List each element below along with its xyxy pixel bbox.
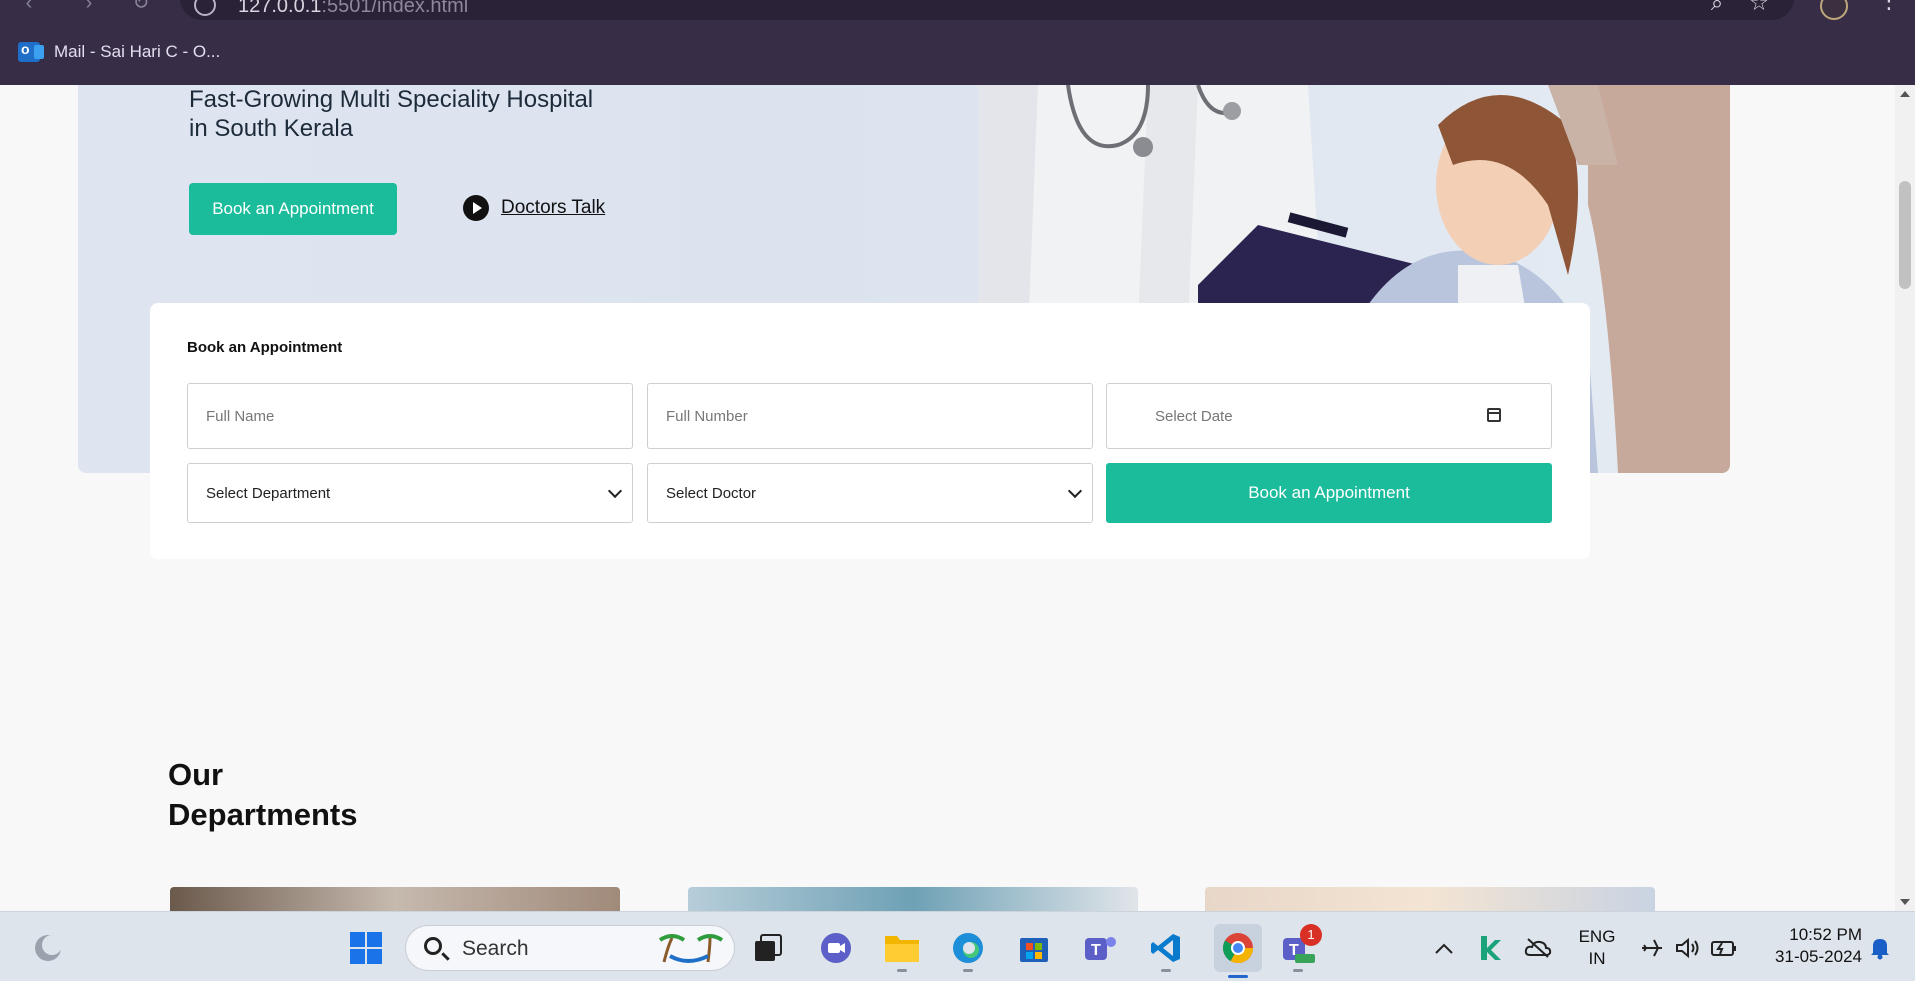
keeper-icon[interactable] bbox=[1472, 930, 1508, 966]
play-icon bbox=[463, 195, 489, 221]
site-info-icon[interactable] bbox=[194, 0, 216, 16]
doctor-selected-value: Select Doctor bbox=[666, 484, 757, 502]
running-indicator bbox=[897, 969, 907, 972]
task-view-icon[interactable] bbox=[750, 930, 786, 966]
department-card[interactable] bbox=[170, 887, 620, 911]
language-indicator[interactable]: ENG IN bbox=[1570, 926, 1624, 970]
onedrive-offline-icon[interactable] bbox=[1520, 930, 1556, 966]
store-icon[interactable] bbox=[1016, 930, 1052, 966]
date-input[interactable]: Select Date bbox=[1106, 383, 1552, 449]
web-page: Fast-Growing Multi Speciality Hospital i… bbox=[0, 85, 1895, 911]
vscode-icon[interactable] bbox=[1148, 930, 1184, 972]
teams-icon[interactable]: T bbox=[1082, 930, 1118, 966]
chrome-icon[interactable] bbox=[1214, 924, 1262, 978]
meet-icon[interactable] bbox=[818, 930, 854, 966]
back-icon[interactable]: ‹ bbox=[18, 0, 40, 14]
reload-icon[interactable]: ↻ bbox=[130, 0, 152, 14]
profile-avatar[interactable] bbox=[1820, 0, 1848, 20]
menu-icon[interactable]: ⋮ bbox=[1878, 0, 1900, 14]
url-text[interactable]: 127.0.0.1:5501/index.html bbox=[238, 0, 468, 18]
volume-icon[interactable] bbox=[1670, 930, 1706, 966]
scroll-down-icon[interactable] bbox=[1900, 899, 1910, 905]
date-placeholder: Select Date bbox=[1155, 407, 1233, 425]
active-indicator bbox=[1228, 975, 1248, 978]
notification-bell-icon[interactable] bbox=[1862, 930, 1898, 966]
doctors-talk-link[interactable]: Doctors Talk bbox=[463, 195, 605, 221]
department-selected-value: Select Department bbox=[206, 484, 331, 502]
phone-number-input[interactable]: Full Number bbox=[647, 383, 1093, 449]
chevron-down-icon bbox=[607, 483, 623, 499]
book-appointment-button[interactable]: Book an Appointment bbox=[1106, 463, 1552, 523]
doctors-talk-label: Doctors Talk bbox=[501, 197, 606, 218]
department-select[interactable]: Select Department bbox=[187, 463, 633, 523]
running-indicator bbox=[1293, 969, 1303, 972]
search-label: Search bbox=[462, 937, 529, 960]
battery-icon[interactable] bbox=[1706, 930, 1742, 966]
svg-text:T: T bbox=[1091, 942, 1101, 959]
search-icon bbox=[424, 937, 442, 955]
windows-taskbar: Search T T 1 ENG IN 10:52 PM 31-05-2024 bbox=[0, 911, 1915, 981]
outlook-icon bbox=[18, 41, 44, 62]
taskbar-search[interactable]: Search bbox=[405, 925, 735, 971]
search-highlight-icon bbox=[658, 934, 724, 963]
clock[interactable]: 10:52 PM 31-05-2024 bbox=[1752, 924, 1862, 968]
start-icon[interactable] bbox=[348, 930, 384, 966]
scroll-thumb[interactable] bbox=[1899, 181, 1911, 289]
teams-new-icon[interactable]: T 1 bbox=[1280, 924, 1322, 972]
bookmark-label: Mail - Sai Hari C - O... bbox=[54, 42, 221, 61]
weather-icon[interactable] bbox=[30, 930, 66, 966]
scroll-up-icon[interactable] bbox=[1900, 91, 1910, 97]
full-name-input[interactable]: Full Name bbox=[187, 383, 633, 449]
appointment-form: Book an Appointment Full Name Full Numbe… bbox=[150, 303, 1590, 559]
file-explorer-icon[interactable] bbox=[884, 930, 920, 972]
browser-chrome: ‹ › ↻ 127.0.0.1:5501/index.html ⌕ ☆ ⋮ Ma… bbox=[0, 0, 1915, 85]
doctor-select[interactable]: Select Doctor bbox=[647, 463, 1093, 523]
department-card[interactable] bbox=[688, 887, 1138, 911]
departments-heading: Our Departments bbox=[168, 757, 358, 832]
edge-icon[interactable] bbox=[950, 930, 986, 972]
hero-book-appointment-button[interactable]: Book an Appointment bbox=[189, 183, 397, 235]
chevron-down-icon bbox=[1067, 483, 1083, 499]
running-indicator bbox=[1161, 969, 1171, 972]
airplane-mode-icon[interactable] bbox=[1634, 930, 1670, 966]
calendar-icon[interactable] bbox=[1487, 408, 1501, 422]
hero-title: Fast-Growing Multi Speciality Hospital i… bbox=[189, 86, 594, 142]
bookmark-star-icon[interactable]: ☆ bbox=[1746, 0, 1772, 16]
full-name-placeholder: Full Name bbox=[206, 407, 275, 425]
address-bar[interactable]: 127.0.0.1:5501/index.html ⌕ ☆ bbox=[180, 0, 1794, 20]
forward-icon[interactable]: › bbox=[78, 0, 100, 14]
page-scrollbar[interactable] bbox=[1895, 85, 1915, 911]
zoom-icon[interactable]: ⌕ bbox=[1704, 0, 1730, 16]
bookmark-mail[interactable]: Mail - Sai Hari C - O... bbox=[18, 40, 220, 64]
notification-badge: 1 bbox=[1300, 924, 1322, 946]
form-title: Book an Appointment bbox=[187, 339, 343, 356]
chevron-up-icon[interactable] bbox=[1426, 930, 1462, 966]
phone-number-placeholder: Full Number bbox=[666, 407, 748, 425]
department-card[interactable] bbox=[1205, 887, 1655, 911]
running-indicator bbox=[963, 969, 973, 972]
